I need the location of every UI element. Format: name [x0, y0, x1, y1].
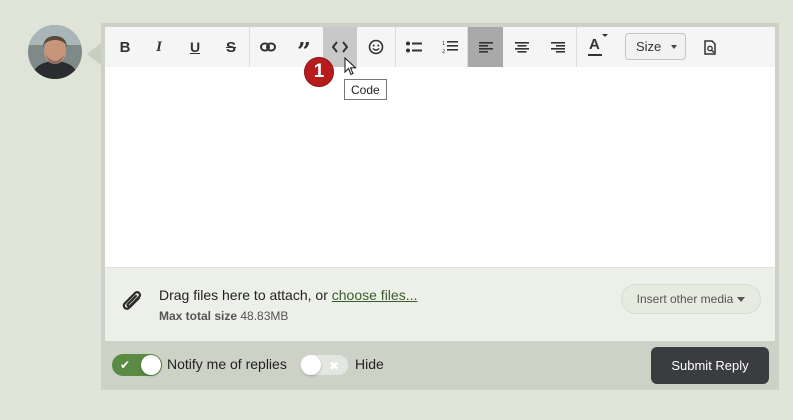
font-size-select[interactable]: Size: [625, 33, 686, 60]
hide-label: Hide: [355, 356, 384, 372]
emoji-button[interactable]: [359, 27, 393, 67]
reply-editor: B I U S ” 1 2 A Size 1 Code Drag files h…: [101, 23, 779, 390]
italic-icon: I: [156, 38, 162, 55]
svg-text:2: 2: [442, 49, 445, 54]
bold-button[interactable]: B: [109, 27, 141, 67]
hide-toggle[interactable]: ✖: [299, 354, 349, 376]
attachment-bar: Drag files here to attach, or choose fil…: [105, 267, 775, 341]
align-center-icon: [515, 41, 529, 53]
align-right-icon: [551, 41, 565, 53]
strikethrough-button[interactable]: S: [215, 27, 247, 67]
avatar-pointer: [87, 43, 101, 65]
preview-icon: [703, 39, 717, 55]
text-color-icon: A: [587, 34, 608, 58]
reply-footer: ✔ Notify me of replies ✖ Hide Submit Rep…: [101, 345, 779, 390]
message-textarea[interactable]: [105, 67, 775, 267]
align-left-button[interactable]: [468, 27, 503, 67]
numbered-list-icon: 1 2: [442, 40, 458, 54]
svg-text:1: 1: [442, 41, 445, 47]
check-icon: ✔: [120, 358, 131, 372]
avatar[interactable]: [28, 25, 82, 79]
caret-down-icon: [737, 296, 746, 302]
preview-button[interactable]: [695, 27, 725, 67]
notify-label: Notify me of replies: [167, 356, 287, 372]
max-size-info: Max total size 48.83MB: [159, 309, 288, 323]
align-right-button[interactable]: [541, 27, 575, 67]
bulleted-list-icon: [406, 41, 422, 53]
smiley-icon: [368, 39, 384, 55]
underline-icon: U: [189, 39, 201, 55]
chevron-down-icon: [671, 45, 677, 49]
notify-toggle[interactable]: ✔: [112, 354, 162, 376]
code-icon: [332, 41, 348, 53]
max-size-value: 48.83MB: [240, 309, 289, 323]
editor-toolbar: B I U S ” 1 2 A Size: [105, 27, 775, 67]
italic-button[interactable]: I: [143, 27, 175, 67]
link-icon: [260, 42, 276, 52]
underline-button[interactable]: U: [179, 27, 211, 67]
paperclip-icon: [119, 288, 145, 321]
insert-media-label: Insert other media: [636, 292, 734, 306]
text-color-button[interactable]: A: [579, 27, 615, 67]
attach-instructions: Drag files here to attach, or choose fil…: [159, 287, 418, 303]
bold-icon: B: [119, 38, 131, 56]
align-center-button[interactable]: [505, 27, 539, 67]
strikethrough-icon: S: [225, 38, 236, 56]
insert-media-button[interactable]: Insert other media: [621, 284, 761, 314]
align-left-icon: [478, 41, 493, 53]
choose-files-link[interactable]: choose files...: [332, 287, 418, 303]
bulleted-list-button[interactable]: [397, 27, 431, 67]
numbered-list-button[interactable]: 1 2: [433, 27, 467, 67]
submit-reply-button[interactable]: Submit Reply: [651, 347, 769, 384]
font-size-label: Size: [636, 39, 662, 54]
max-size-label: Max total size: [159, 309, 238, 323]
x-icon: ✖: [328, 359, 339, 373]
quote-icon: ”: [297, 37, 311, 66]
link-button[interactable]: [251, 27, 285, 67]
